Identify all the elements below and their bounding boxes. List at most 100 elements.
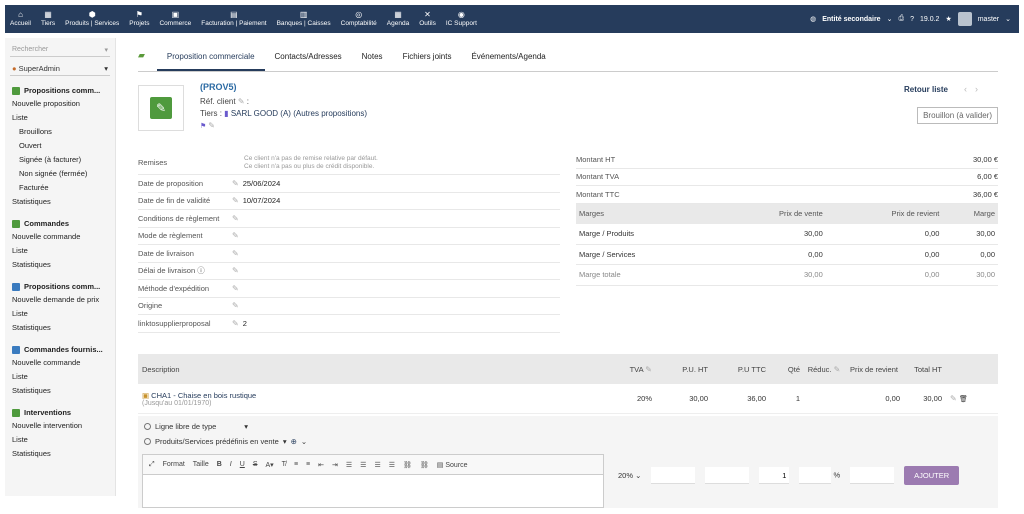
sidebar-link[interactable]: Nouvelle commande (12, 230, 115, 244)
description-editor[interactable]: ⤢ Format Taille B I U S A▾ T̸ ≡ ≡ ⇤ ⇥ ☰ … (142, 454, 604, 508)
edit-pencil-icon[interactable]: ✎ (645, 365, 652, 374)
menu-item-ic[interactable]: ◉ IC Support (441, 5, 482, 33)
sidebar-search[interactable]: Rechercher ▾ (10, 43, 110, 57)
discount-field[interactable]: % (799, 467, 840, 484)
edit-pencil-icon[interactable]: ✎ (232, 231, 239, 240)
underline-icon[interactable]: U (240, 461, 245, 468)
align-right-icon[interactable]: ☰ (374, 461, 380, 469)
menu-item-commerce[interactable]: ▣ Commerce (154, 5, 196, 33)
italic-icon[interactable]: I (230, 461, 232, 468)
discount-input[interactable] (799, 467, 832, 484)
menu-item-projets[interactable]: ⚑ Projets (124, 5, 154, 33)
text-color-icon[interactable]: A▾ (265, 461, 273, 469)
indent-icon[interactable]: ⇥ (332, 461, 338, 469)
next-arrow-icon[interactable]: › (975, 84, 986, 94)
tiers-link[interactable]: SARL GOOD (A) (Autres propositions) (231, 109, 367, 118)
edit-pencil-icon[interactable]: ✎ (232, 179, 239, 188)
sidebar-section-title[interactable]: Propositions comm... (12, 84, 115, 97)
sidebar-section-title[interactable]: Commandes fournis... (12, 343, 115, 356)
tab-4[interactable]: Événements/Agenda (461, 52, 555, 71)
sidebar-link[interactable]: Facturée (12, 181, 115, 195)
edit-pencil-icon[interactable]: ✎ (232, 196, 239, 205)
globe-icon[interactable]: ◍ (810, 15, 816, 23)
add-product-icon[interactable]: ⊕ (291, 437, 297, 446)
edit-pencil-icon[interactable]: ✎ (834, 365, 841, 374)
sidebar-link[interactable]: Liste (12, 370, 115, 384)
sidebar-link[interactable]: Nouvelle demande de prix (12, 293, 115, 307)
edit-pencil-icon[interactable]: ✎ (232, 249, 239, 258)
free-line-option[interactable]: Ligne libre de type ▾ (144, 422, 248, 431)
sidebar-link[interactable]: Statistiques (12, 195, 115, 209)
tab-3[interactable]: Fichiers joints (393, 52, 462, 71)
radio-free[interactable] (144, 423, 151, 430)
menu-item-facturation[interactable]: ▤ Facturation | Paiement (196, 5, 271, 33)
sidebar-link[interactable]: Ouvert (12, 139, 115, 153)
sidebar-link[interactable]: Brouillons (12, 125, 115, 139)
product-link[interactable]: CHA1 - Chaise en bois rustique (151, 391, 256, 400)
prev-arrow-icon[interactable]: ‹ (964, 84, 975, 94)
menu-item-agenda[interactable]: ▦ Agenda (382, 5, 414, 33)
bullet-list-icon[interactable]: ≡ (306, 461, 310, 468)
add-line-button[interactable]: AJOUTER (904, 466, 960, 485)
tab-2[interactable]: Notes (352, 52, 393, 71)
price-ttc-input[interactable] (705, 467, 750, 484)
trash-icon[interactable]: 🗑 (959, 396, 968, 403)
edit-pencil-icon[interactable]: ✎ (208, 121, 215, 130)
sidebar-link[interactable]: Liste (12, 433, 115, 447)
chevron-down-icon[interactable]: ▾ (104, 46, 108, 54)
edit-pencil-icon[interactable]: ✎ (232, 301, 239, 310)
edit-pencil-icon[interactable]: ✎ (950, 394, 959, 403)
align-left-icon[interactable]: ☰ (346, 461, 352, 469)
sidebar-link[interactable]: Nouvelle proposition (12, 97, 115, 111)
sidebar-section-title[interactable]: Interventions (12, 406, 115, 419)
sidebar-link[interactable]: Liste (12, 244, 115, 258)
sidebar-link[interactable]: Nouvelle commande (12, 356, 115, 370)
user-name[interactable]: master (978, 16, 999, 23)
chevron-down-icon[interactable]: ▾ (104, 64, 108, 73)
chevron-down-icon[interactable]: ▾ (283, 437, 287, 446)
menu-item-produits[interactable]: ⬢ Produits | Services (60, 5, 124, 33)
edit-pencil-icon[interactable]: ✎ (232, 214, 239, 223)
sidebar-link[interactable]: Liste (12, 307, 115, 321)
printer-icon[interactable]: ⎙ (898, 15, 904, 23)
sidebar-link[interactable]: Statistiques (12, 384, 115, 398)
menu-item-banques[interactable]: ▥ Banques | Caisses (272, 5, 336, 33)
sidebar-link[interactable]: Statistiques (12, 321, 115, 335)
help-icon[interactable]: ? (910, 16, 914, 23)
align-center-icon[interactable]: ☰ (360, 461, 366, 469)
sidebar-link[interactable]: Statistiques (12, 447, 115, 461)
bold-icon[interactable]: B (217, 461, 222, 468)
back-to-list-link[interactable]: Retour liste (904, 85, 948, 94)
avatar[interactable] (957, 12, 972, 26)
source-button[interactable]: ▤ Source (437, 461, 468, 469)
qty-input[interactable] (759, 467, 790, 484)
size-select[interactable]: Taille (193, 461, 209, 468)
chevron-down-icon[interactable]: ⌄ (301, 437, 307, 446)
radio-predef[interactable] (144, 438, 151, 445)
sidebar-link[interactable]: Statistiques (12, 258, 115, 272)
predef-option[interactable]: Produits/Services prédéfinis en vente ▾ … (144, 437, 307, 446)
entity-selector[interactable]: Entité secondaire (822, 16, 880, 23)
menu-item-accueil[interactable]: ⌂ Accueil (5, 5, 36, 33)
menu-item-outils[interactable]: ✕ Outils (414, 5, 441, 33)
sidebar-link[interactable]: Liste (12, 111, 115, 125)
maximize-icon[interactable]: ⤢ (149, 461, 155, 469)
format-select[interactable]: Format (163, 461, 185, 468)
edit-pencil-icon[interactable]: ✎ (232, 319, 239, 328)
tab-1[interactable]: Contacts/Adresses (265, 52, 352, 71)
chevron-down-icon[interactable]: ⌄ (887, 15, 893, 23)
cost-price-input[interactable] (850, 467, 895, 484)
user-chevron-icon[interactable]: ⌄ (1005, 15, 1011, 23)
user-select[interactable]: ● SuperAdmin ▾ (10, 62, 110, 76)
sidebar-section-title[interactable]: Propositions comm... (12, 280, 115, 293)
price-ht-input[interactable] (651, 467, 696, 484)
strike-icon[interactable]: S (253, 461, 258, 468)
link-icon[interactable]: ⛓ (403, 461, 412, 469)
numbered-list-icon[interactable]: ≡ (294, 461, 298, 468)
edit-pencil-icon[interactable]: ✎ (238, 97, 245, 106)
tab-0[interactable]: Proposition commerciale (156, 52, 265, 71)
edit-pencil-icon[interactable]: ✎ (232, 284, 239, 293)
sitemap-icon[interactable]: ⚑ (200, 123, 206, 130)
tva-select[interactable]: 20% ⌄ (618, 471, 641, 480)
chevron-down-icon[interactable]: ▾ (244, 422, 248, 431)
